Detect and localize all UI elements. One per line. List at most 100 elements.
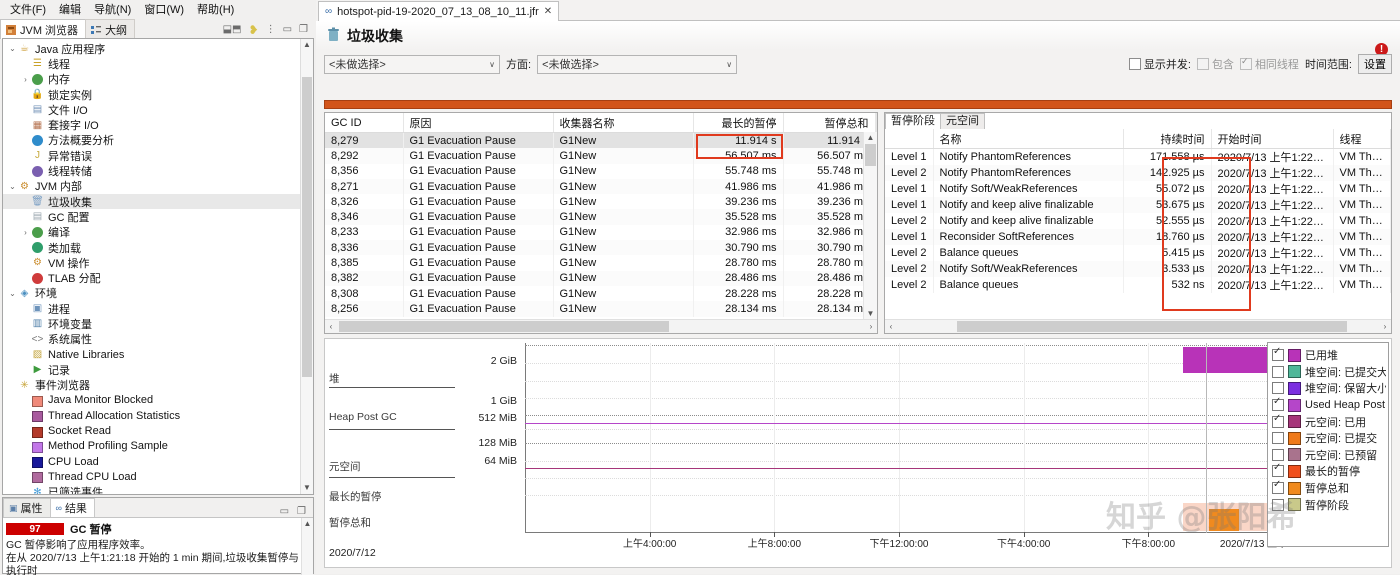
tree-item-27[interactable]: · CPU Load <box>3 454 313 469</box>
table-row[interactable]: 8,356 G1 Evacuation Pause G1New 55.748 ms 55… <box>325 163 877 179</box>
legend-item-9[interactable]: 暂停阶段 <box>1272 496 1386 513</box>
include-checkbox[interactable]: 包含 <box>1196 56 1234 72</box>
timeline-range-bar[interactable] <box>324 100 1392 109</box>
chevron-right-icon[interactable]: › <box>20 228 31 237</box>
chevron-right-icon[interactable]: › <box>20 75 31 84</box>
menu-item-0[interactable]: 文件(F) <box>4 0 53 19</box>
tree-item-10[interactable]: ·🗑 垃圾收集 <box>3 193 313 210</box>
table-row[interactable]: Level 2 Balance queues 532 ns 2020/7/13 上午1… <box>885 277 1391 293</box>
gc-col-0[interactable]: GC ID <box>325 113 404 133</box>
table-row[interactable]: 8,279 G1 Evacuation Pause G1New 11.914 s 11.… <box>325 132 877 149</box>
table-row[interactable]: Level 1 Notify Soft/WeakReferences 55.072 … <box>885 181 1391 197</box>
results-scrollbar[interactable]: ▲ <box>301 518 313 575</box>
minimize-icon[interactable]: ▭ <box>280 506 289 517</box>
tree-item-4[interactable]: ·▤ 文件 I/O <box>3 102 313 117</box>
close-icon[interactable]: ✕ <box>544 6 552 17</box>
tree-item-19[interactable]: ·<> 系统属性 <box>3 332 313 347</box>
phase-tab-0[interactable]: 暂停阶段 <box>885 113 941 129</box>
tree-item-2[interactable]: › 内存 <box>3 72 313 87</box>
checkbox-checked-icon[interactable] <box>1272 479 1284 495</box>
gc-col-1[interactable]: 原因 <box>403 113 554 133</box>
gc-col-3[interactable]: 最长的暂停 <box>693 113 784 133</box>
tree-item-15[interactable]: · TLAB 分配 <box>3 270 313 285</box>
scroll-up-icon[interactable]: ▲ <box>301 39 313 51</box>
table-row[interactable]: Level 2 Notify Soft/WeakReferences 3.533 µ… <box>885 261 1391 277</box>
scroll-right-icon[interactable]: › <box>865 322 877 331</box>
gc-col-5[interactable]: 最 <box>875 113 877 133</box>
tree-item-25[interactable]: · Socket Read <box>3 423 313 438</box>
phase-table-hscrollbar[interactable]: ‹ › <box>885 319 1391 333</box>
tree-item-7[interactable]: · J 异常错误 <box>3 148 313 163</box>
checkbox-icon[interactable] <box>1272 365 1284 378</box>
scroll-up-icon[interactable]: ▲ <box>864 132 877 144</box>
tree-item-28[interactable]: · Thread CPU Load <box>3 469 313 484</box>
legend-item-8[interactable]: 暂停总和 <box>1272 479 1386 497</box>
tab-properties[interactable]: ▣ 属性 <box>3 498 51 517</box>
chart-plot-area[interactable]: 上午4:00:00 上午8:00:00 下午12:00:00 下午4:00:00 下午8… <box>525 343 1326 550</box>
tree-item-26[interactable]: · Method Profiling Sample <box>3 439 313 454</box>
tree-item-12[interactable]: › 编译 <box>3 225 313 240</box>
legend-item-1[interactable]: 堆空间: 已提交大小 <box>1272 364 1386 381</box>
tree-item-29[interactable]: ·✻ 已筛选事件 <box>3 485 313 494</box>
jvm-browser-tree-panel[interactable]: ⌄☕Java 应用程序·☰线程›内存·🔒锁定实例·▤文件 I/O·▦套接字 I/… <box>2 38 314 495</box>
gc-table-vscrollbar[interactable]: ▲ ▼ <box>863 132 877 320</box>
checkbox-checked-icon[interactable] <box>1272 346 1284 362</box>
gc-table-body[interactable]: 8,279 G1 Evacuation Pause G1New 11.914 s 11.… <box>325 132 877 317</box>
gc-table[interactable]: GC ID原因收集器名称最长的暂停暂停总和最 8,279G1 Evacuatio… <box>325 113 877 317</box>
gc-table-hscrollbar[interactable]: ‹ › <box>325 319 877 333</box>
scroll-up-icon[interactable]: ▲ <box>302 518 313 530</box>
table-row[interactable]: 8,385 G1 Evacuation Pause G1New 28.780 ms 28… <box>325 255 877 271</box>
table-row[interactable]: 8,336 G1 Evacuation Pause G1New 30.790 ms 30… <box>325 240 877 256</box>
tab-results[interactable]: ∞ 结果 <box>49 498 95 517</box>
tree-item-8[interactable]: · 线程转储 <box>3 163 313 178</box>
menu-item-2[interactable]: 导航(N) <box>88 0 138 19</box>
menu-item-3[interactable]: 窗口(W) <box>138 0 191 19</box>
checkbox-checked-icon[interactable] <box>1272 396 1284 412</box>
phase-col-0[interactable] <box>885 129 934 149</box>
chevron-down-icon[interactable]: ⌄ <box>7 44 18 53</box>
tree-item-24[interactable]: · Thread Allocation Statistics <box>3 408 313 423</box>
legend-item-3[interactable]: Used Heap Post GC <box>1272 396 1386 414</box>
same-thread-checkbox[interactable]: 相同线程 <box>1239 56 1299 72</box>
settings-button[interactable]: 设置 <box>1358 54 1392 74</box>
tree-item-9[interactable]: ⌄ ⚙ JVM 内部 <box>3 179 313 194</box>
chart-legend[interactable]: 已用堆堆空间: 已提交大小堆空间: 保留大小 Used Heap Post GC 元… <box>1267 342 1389 547</box>
gc-table-panel[interactable]: GC ID原因收集器名称最长的暂停暂停总和最 8,279G1 Evacuatio… <box>324 112 878 334</box>
gc-col-4[interactable]: 暂停总和 <box>783 113 876 133</box>
scroll-thumb[interactable] <box>865 144 876 166</box>
chart-cursor-line[interactable] <box>1205 343 1207 533</box>
phase-col-3[interactable]: 开始时间 <box>1211 129 1334 149</box>
tree-item-21[interactable]: ·▶ 记录 <box>3 362 313 377</box>
minimize-icon[interactable]: ▭ <box>283 24 292 35</box>
phase-tab-1[interactable]: 元空间 <box>940 113 985 129</box>
legend-item-2[interactable]: 堆空间: 保留大小 <box>1272 380 1386 397</box>
checkbox-icon[interactable] <box>1272 448 1284 461</box>
phase-table-panel[interactable]: 暂停阶段 元空间 名称 持续时间 开始时间 线程 Level 1 Notify Phant… <box>884 112 1392 334</box>
phase-col-2[interactable]: 持续时间 <box>1123 129 1212 149</box>
checkbox-icon[interactable] <box>1272 498 1284 511</box>
scroll-left-icon[interactable]: ‹ <box>885 322 897 331</box>
tree-item-17[interactable]: ·▣ 进程 <box>3 301 313 316</box>
table-row[interactable]: Level 1 Reconsider SoftReferences 18.760 µ… <box>885 229 1391 245</box>
phase-col-4[interactable]: 线程 <box>1333 129 1391 149</box>
tree-item-11[interactable]: ·▤ GC 配置 <box>3 209 313 224</box>
table-row[interactable]: 8,271 G1 Evacuation Pause G1New 41.986 ms 41… <box>325 178 877 195</box>
table-row[interactable]: 8,382 G1 Evacuation Pause G1New 28.486 ms 28… <box>325 270 877 286</box>
tree-item-6[interactable]: · 方法概要分析 <box>3 133 313 148</box>
tab-outline[interactable]: 大纲 <box>85 19 136 39</box>
gc-table-header-row[interactable]: GC ID原因收集器名称最长的暂停暂停总和最 <box>325 113 877 133</box>
editor-tab-jfr[interactable]: ∞ hotspot-pid-19-2020_07_13_08_10_11.jfr… <box>318 1 560 21</box>
link-icon[interactable]: ❥ <box>249 24 259 36</box>
scroll-thumb[interactable] <box>302 77 312 377</box>
checkbox-checked-icon[interactable] <box>1272 462 1284 478</box>
scroll-thumb[interactable] <box>339 321 669 332</box>
table-row[interactable]: Level 2 Notify and keep alive finalizable… <box>885 213 1391 229</box>
show-concurrent-checkbox[interactable]: 显示并发: <box>1128 56 1191 72</box>
tree-item-1[interactable]: ·☰ 线程 <box>3 56 313 71</box>
scroll-down-icon[interactable]: ▼ <box>301 482 313 494</box>
checkbox-icon[interactable] <box>1272 382 1284 395</box>
table-row[interactable]: 8,308 G1 Evacuation Pause G1New 28.228 ms 28… <box>325 285 877 302</box>
checkbox-icon[interactable] <box>1272 432 1284 445</box>
tab-jvm-browser[interactable]: JVM 浏览器 <box>0 19 87 39</box>
tree-item-16[interactable]: ⌄ ◈ 环境 <box>3 286 313 301</box>
